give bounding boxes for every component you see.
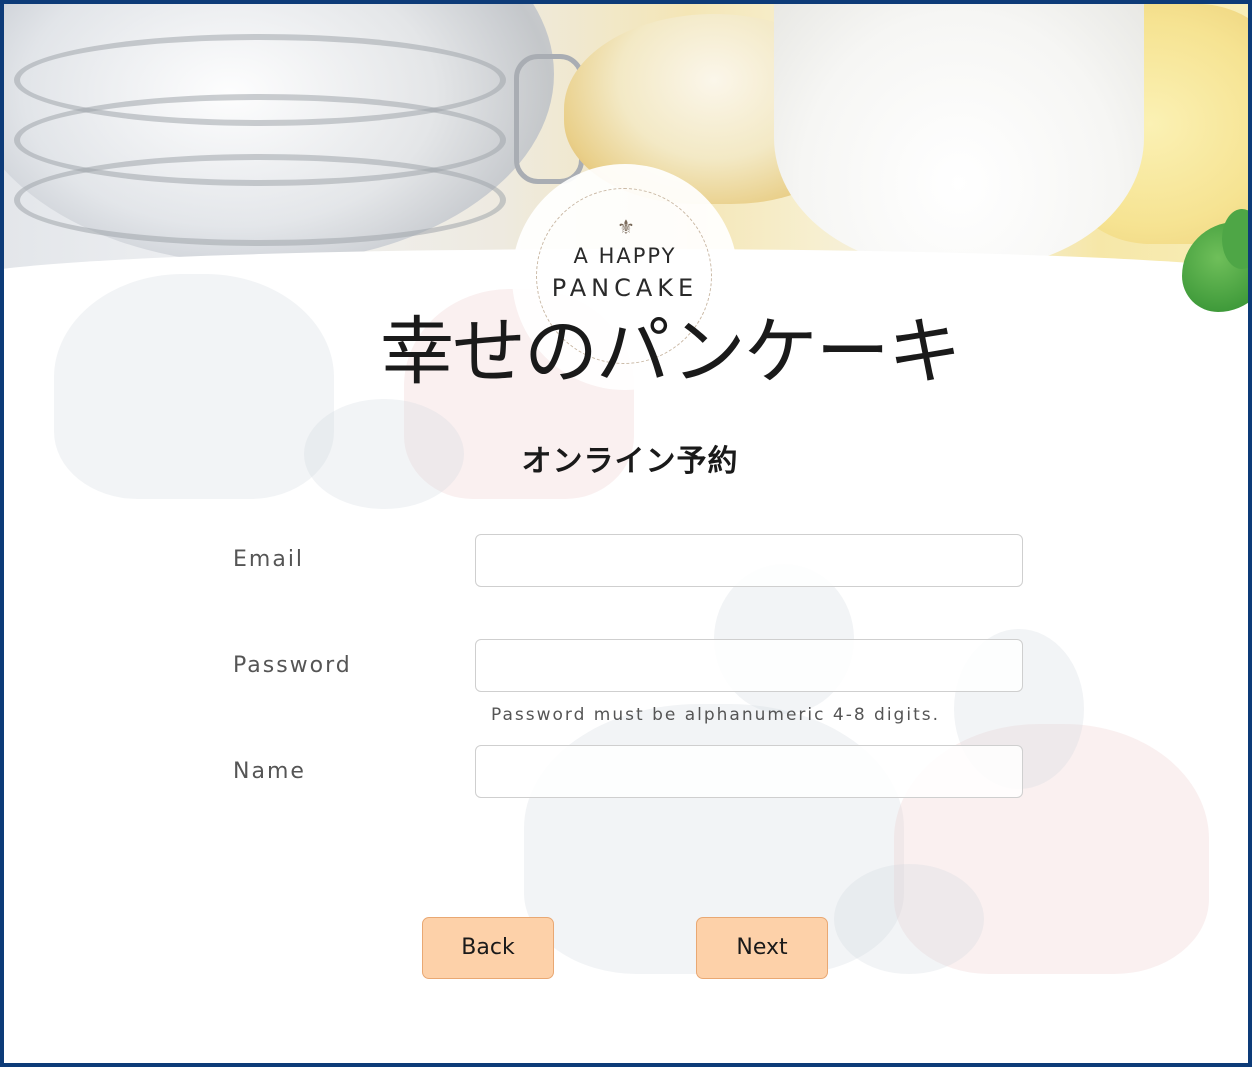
logo-text-line1: A HAPPY: [573, 244, 677, 268]
brand-name: 幸せのパンケーキ: [380, 309, 962, 395]
watermark-figure-left: [54, 274, 334, 499]
password-label: Password: [233, 653, 352, 678]
password-hint: Password must be alphanumeric 4-8 digits…: [491, 705, 941, 725]
password-field[interactable]: [475, 639, 1023, 692]
email-label: Email: [233, 547, 305, 572]
email-field[interactable]: [475, 534, 1023, 587]
back-button[interactable]: Back: [422, 917, 554, 979]
next-button[interactable]: Next: [696, 917, 828, 979]
app-window: ⚜ A HAPPY PANCAKE 幸せのパンケーキ オンライン予約 Email…: [0, 0, 1252, 1067]
fleur-de-lis-icon: ⚜: [617, 215, 635, 239]
whipped-cream-image: [774, 4, 1144, 269]
name-label: Name: [233, 759, 306, 784]
watermark-dog-right: [834, 864, 984, 974]
page-title: オンライン予約: [521, 444, 739, 479]
name-field[interactable]: [475, 745, 1023, 798]
